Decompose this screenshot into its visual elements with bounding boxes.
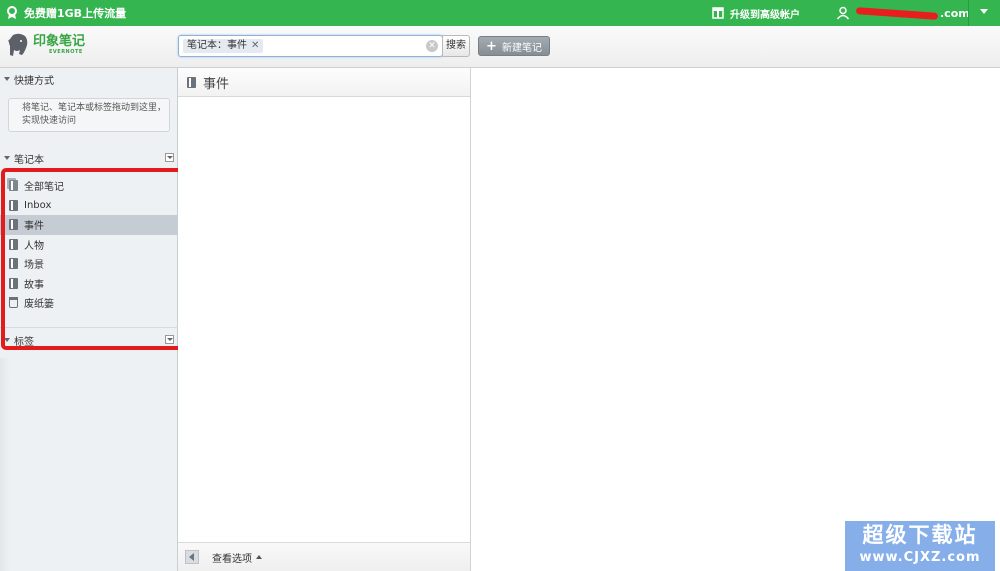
search-filter-tag[interactable]: 笔记本：事件 ✕ bbox=[183, 39, 264, 53]
view-options-button[interactable]: 查看选项 bbox=[212, 550, 262, 565]
topbar-divider bbox=[968, 0, 969, 26]
watermark-en: www.CJXZ.com bbox=[859, 550, 981, 565]
view-options-label: 查看选项 bbox=[212, 553, 252, 565]
logo-name-cn: 印象笔记 bbox=[33, 34, 86, 49]
sidebar: 快捷方式 将笔记、笔记本或标签拖动到这里，实现快速访问 笔记本 全部笔记 Inb… bbox=[0, 68, 184, 571]
notebooks-menu-dropdown-icon[interactable] bbox=[165, 153, 174, 162]
upgrade-text: 升级到高级帐户 bbox=[730, 9, 800, 21]
shortcuts-title: 快捷方式 bbox=[14, 75, 54, 87]
user-account[interactable]: .com bbox=[836, 0, 970, 26]
redacted-email bbox=[855, 6, 939, 20]
highlight-annotation-box bbox=[1, 168, 184, 350]
caret-up-icon bbox=[256, 555, 262, 559]
new-note-button[interactable]: + 新建笔记 bbox=[478, 36, 550, 56]
elephant-logo-icon bbox=[8, 33, 28, 56]
shortcuts-drop-zone[interactable]: 将笔记、笔记本或标签拖动到这里，实现快速访问 bbox=[8, 98, 170, 132]
note-list-footer: 查看选项 bbox=[178, 542, 470, 571]
sidebar-shade bbox=[0, 358, 10, 571]
search-button[interactable]: 搜索 bbox=[442, 35, 470, 57]
award-icon bbox=[7, 6, 17, 19]
search-filter-text: 笔记本：事件 bbox=[187, 40, 247, 51]
upgrade-link[interactable]: 升级到高级帐户 bbox=[712, 0, 800, 26]
watermark: 超级下载站 www.CJXZ.com bbox=[845, 521, 995, 571]
notebooks-header[interactable]: 笔记本 bbox=[0, 148, 178, 168]
logo[interactable]: 印象笔记 EVERNOTE bbox=[7, 32, 85, 58]
collapse-caret-icon[interactable] bbox=[4, 156, 10, 160]
plus-icon: + bbox=[486, 38, 497, 54]
note-list-panel: 事件 查看选项 bbox=[178, 68, 471, 571]
promo-text: 免费赠1GB上传流量 bbox=[24, 7, 127, 20]
search-input[interactable]: 笔记本：事件 ✕ ✕ bbox=[178, 35, 443, 57]
user-email-suffix: .com bbox=[940, 6, 970, 20]
collapse-caret-icon[interactable] bbox=[4, 77, 10, 81]
promo-link[interactable]: 免费赠1GB上传流量 bbox=[6, 0, 126, 26]
remove-filter-icon[interactable]: ✕ bbox=[251, 39, 259, 53]
clear-search-icon[interactable]: ✕ bbox=[426, 40, 438, 52]
notebooks-title: 笔记本 bbox=[14, 154, 44, 166]
note-list-header: 事件 bbox=[178, 68, 470, 97]
premium-card-icon bbox=[712, 7, 724, 19]
logo-name-en: EVERNOTE bbox=[49, 49, 83, 55]
new-note-label: 新建笔记 bbox=[501, 42, 542, 54]
user-icon bbox=[836, 6, 850, 20]
toolbar: 印象笔记 EVERNOTE 笔记本：事件 ✕ ✕ 搜索 + 新建笔记 bbox=[0, 26, 1000, 68]
note-list-title: 事件 bbox=[203, 76, 230, 92]
notebook-icon bbox=[187, 76, 196, 88]
account-menu-caret-icon[interactable] bbox=[980, 9, 988, 14]
collapse-panel-icon[interactable] bbox=[185, 550, 199, 564]
top-bar: 免费赠1GB上传流量 升级到高级帐户 .com bbox=[0, 0, 1000, 26]
shortcuts-header[interactable]: 快捷方式 bbox=[0, 69, 178, 89]
note-editor[interactable] bbox=[471, 68, 1000, 571]
watermark-cn: 超级下载站 bbox=[862, 523, 978, 547]
